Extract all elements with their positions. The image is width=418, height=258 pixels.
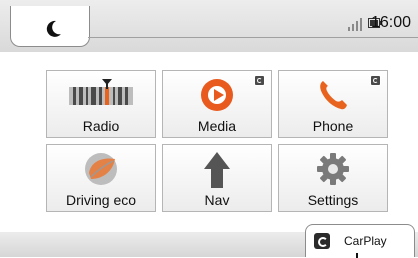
signal-icon <box>348 18 362 31</box>
nav-label: Nav <box>204 192 230 208</box>
phone-label: Phone <box>312 118 354 134</box>
nav-tile[interactable]: Nav <box>162 144 272 212</box>
status-bar: 16:00 <box>0 0 418 52</box>
clock: 16:00 <box>371 14 412 31</box>
navigation-arrow-icon <box>204 152 230 188</box>
carplay-icon <box>314 233 330 249</box>
driving-eco-label: Driving eco <box>65 192 137 208</box>
carplay-indicator <box>356 253 358 258</box>
media-play-icon <box>201 79 233 111</box>
night-mode-tab[interactable] <box>10 6 90 47</box>
status-divider <box>88 37 418 38</box>
settings-label: Settings <box>307 192 359 208</box>
settings-tile[interactable]: Settings <box>278 144 388 212</box>
media-label: Media <box>197 118 237 134</box>
carplay-label: CarPlay <box>344 234 387 248</box>
radio-label: Radio <box>82 118 120 134</box>
media-tile[interactable]: Media <box>162 70 272 138</box>
leaf-icon <box>85 153 117 185</box>
moon-icon <box>46 20 61 37</box>
gear-icon <box>317 153 349 185</box>
carplay-button[interactable]: CarPlay <box>305 224 415 258</box>
phone-icon <box>320 81 347 110</box>
radio-tile[interactable]: Radio <box>46 70 156 138</box>
phone-tile[interactable]: Phone <box>278 70 388 138</box>
radio-icon <box>69 79 133 105</box>
driving-eco-tile[interactable]: Driving eco <box>46 144 156 212</box>
